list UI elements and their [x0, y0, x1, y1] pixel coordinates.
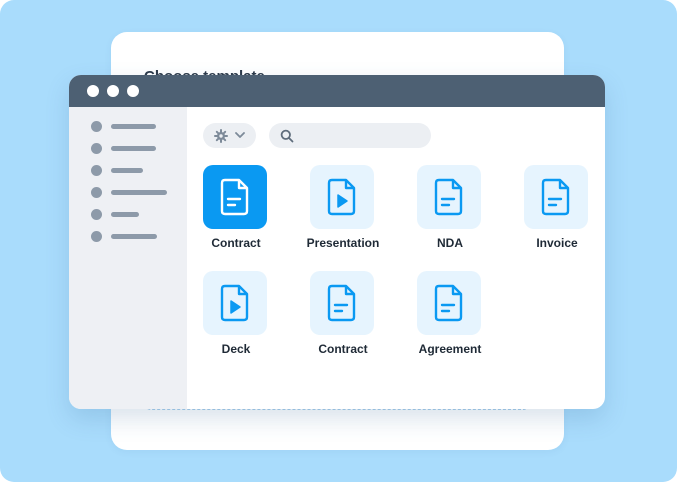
video-file-icon [220, 284, 249, 322]
sidebar-item-placeholder [111, 190, 167, 195]
file-browser-window: Contract Presentation NDA Invoice Deck C… [69, 75, 605, 409]
file-label: Contract [318, 342, 368, 356]
file-label: Invoice [536, 236, 578, 250]
window-close-dot[interactable] [87, 85, 99, 97]
document-icon [541, 178, 570, 216]
chevron-down-icon [235, 132, 245, 138]
sidebar-bullet-icon [91, 209, 102, 220]
file-icon-box [310, 165, 374, 229]
file-label: Contract [211, 236, 261, 250]
sidebar-bullet-icon [91, 231, 102, 242]
sidebar-bullet-icon [91, 165, 102, 176]
window-minimize-dot[interactable] [107, 85, 119, 97]
gear-icon [214, 129, 228, 143]
file-label: Presentation [306, 236, 380, 250]
file-icon-box [417, 165, 481, 229]
sidebar-item-placeholder [111, 168, 143, 173]
sidebar-bullet-icon [91, 121, 102, 132]
file-icon-box [310, 271, 374, 335]
sidebar [69, 107, 187, 409]
file-icon-box [203, 165, 267, 229]
file-tile[interactable]: Presentation [288, 165, 398, 257]
sidebar-item-placeholder [111, 212, 139, 217]
file-icon-box [203, 271, 267, 335]
sidebar-item-placeholder [111, 234, 157, 239]
file-tile[interactable]: Contract [288, 271, 398, 363]
sidebar-bullet-icon [91, 143, 102, 154]
search-input[interactable] [269, 123, 431, 148]
window-titlebar [69, 75, 605, 107]
file-tile[interactable]: Contract [181, 165, 291, 257]
file-tile[interactable]: Agreement [395, 271, 505, 363]
video-file-icon [327, 178, 356, 216]
file-label: NDA [437, 236, 463, 250]
file-icon-box [524, 165, 588, 229]
document-icon [220, 178, 249, 216]
sidebar-bullet-icon [91, 187, 102, 198]
search-icon [280, 129, 294, 143]
sidebar-item-placeholder [111, 124, 156, 129]
document-icon [434, 178, 463, 216]
file-label: Agreement [418, 342, 482, 356]
file-tile[interactable]: Deck [181, 271, 291, 363]
file-tile[interactable]: NDA [395, 165, 505, 257]
document-icon [327, 284, 356, 322]
canvas-background: Choose template [0, 0, 677, 482]
settings-dropdown-button[interactable] [203, 123, 256, 148]
document-icon [434, 284, 463, 322]
window-maximize-dot[interactable] [127, 85, 139, 97]
file-label: Deck [221, 342, 251, 356]
file-icon-box [417, 271, 481, 335]
file-tile[interactable]: Invoice [502, 165, 605, 257]
sidebar-item-placeholder [111, 146, 156, 151]
